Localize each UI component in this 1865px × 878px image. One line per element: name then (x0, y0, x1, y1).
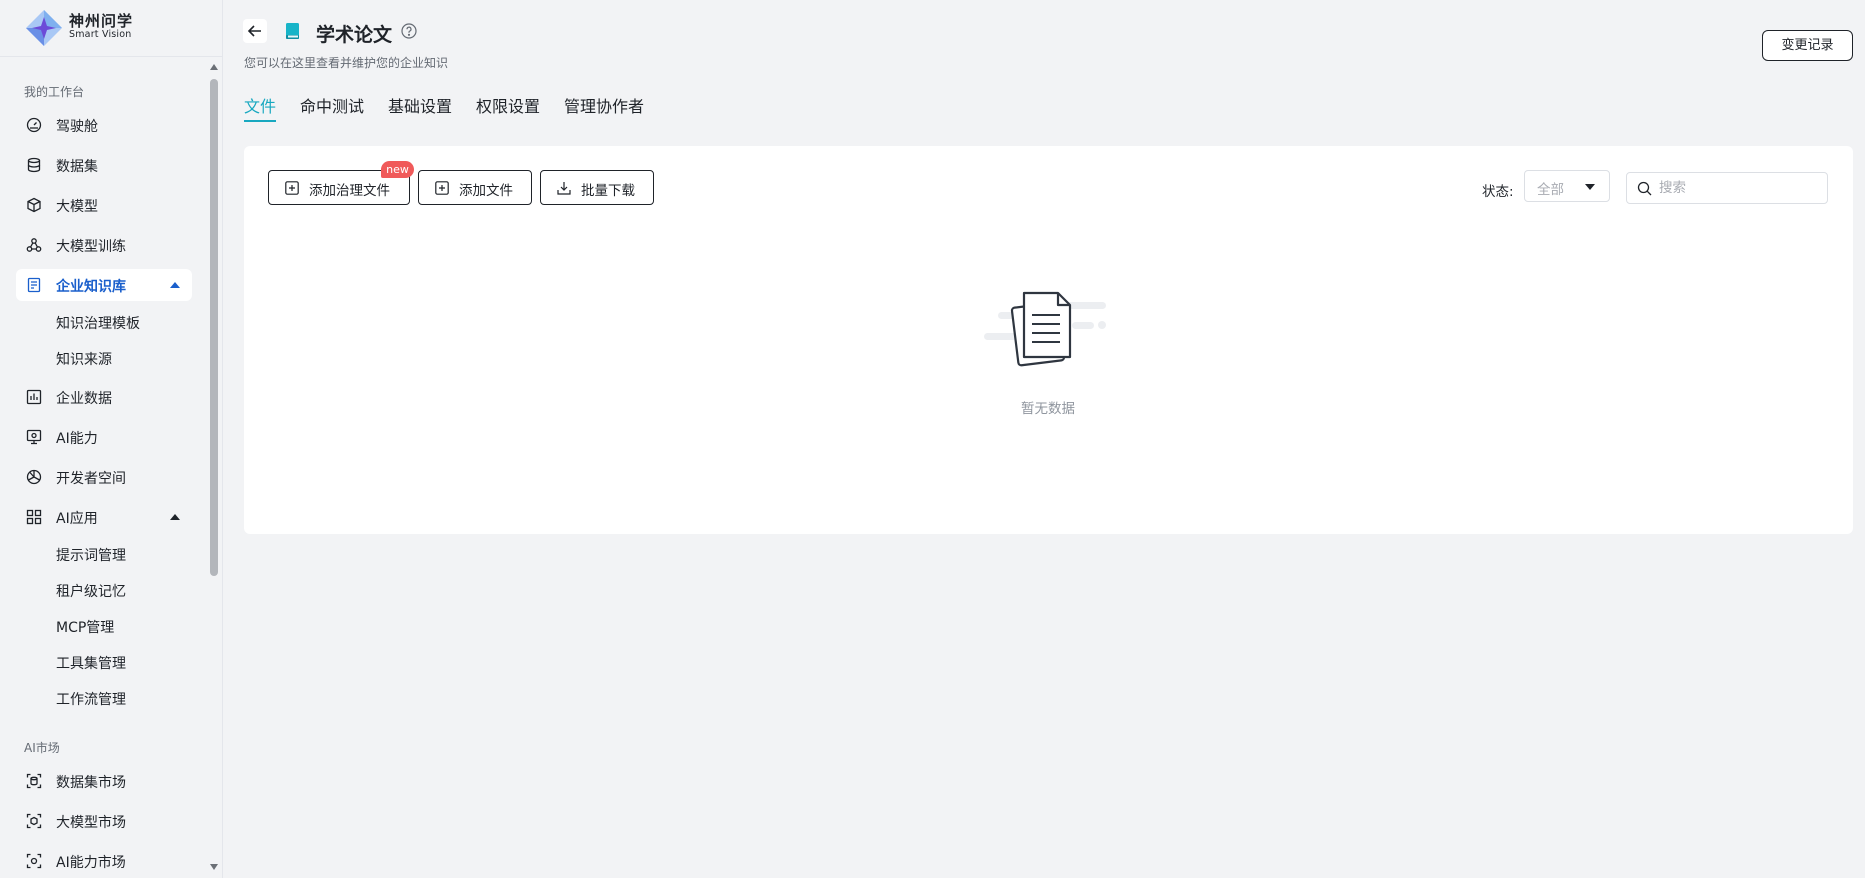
page-title: 学术论文 (316, 24, 393, 46)
sidebar-item-dataset-market[interactable]: 数据集市场 (16, 765, 192, 797)
button-label: 添加治理文件 (309, 183, 390, 199)
dashboard-icon (26, 117, 42, 133)
sidebar: 神州问学 Smart Vision 我的工作台 驾驶舱 数据集 大模型 大模型训… (0, 0, 223, 878)
ai-market-icon (26, 853, 42, 869)
sidebar-subitem-mcp[interactable]: MCP管理 (16, 611, 192, 641)
sidebar-item-label: 知识来源 (56, 352, 112, 368)
sidebar-subitem-workflow[interactable]: 工作流管理 (16, 683, 192, 713)
change-log-button[interactable]: 变更记录 (1762, 30, 1853, 61)
logo-bar: 神州问学 Smart Vision (0, 0, 222, 57)
help-icon[interactable] (401, 23, 417, 39)
app-grid-icon (26, 509, 42, 525)
back-button[interactable] (243, 19, 267, 43)
add-square-icon (285, 181, 299, 195)
add-file-button[interactable]: 添加文件 (418, 170, 532, 205)
file-panel: 添加治理文件 添加文件 批量下载 (244, 146, 1853, 534)
button-label: 批量下载 (581, 183, 635, 199)
cube-icon (27, 197, 41, 213)
dataset-market-icon (26, 773, 42, 789)
logo-text: 神州问学 Smart Vision (69, 13, 133, 41)
new-badge: new (381, 161, 414, 178)
status-filter-select[interactable]: 全部 (1524, 170, 1610, 202)
sidebar-subitem-prompt[interactable]: 提示词管理 (16, 539, 192, 569)
tab-files[interactable]: 文件 (244, 93, 276, 117)
sidebar-item-label: 工具集管理 (56, 656, 126, 672)
sidebar-item-ai-market[interactable]: AI能力市场 (16, 845, 192, 877)
logo-icon (26, 10, 62, 46)
sidebar-subitem-toolset[interactable]: 工具集管理 (16, 647, 192, 677)
sidebar-nav: 我的工作台 驾驶舱 数据集 大模型 大模型训练 企业知识库 知识治理模板 知识来… (0, 58, 206, 878)
tab-hit-test[interactable]: 命中测试 (300, 93, 364, 117)
sidebar-item-label: 工作流管理 (56, 692, 126, 708)
sidebar-item-ai-capability[interactable]: AI能力 (16, 421, 192, 453)
sidebar-item-dataset[interactable]: 数据集 (16, 149, 192, 181)
group-title-market: AI市场 (24, 741, 60, 755)
chevron-up-icon (170, 282, 180, 288)
sidebar-item-enterprise-data[interactable]: 企业数据 (16, 381, 192, 413)
tab-permission-settings[interactable]: 权限设置 (476, 93, 540, 117)
sidebar-item-label: 企业数据 (56, 391, 112, 407)
sidebar-item-label: 企业知识库 (56, 279, 126, 295)
sidebar-item-knowledge-base[interactable]: 企业知识库 (16, 269, 192, 301)
sidebar-item-llm[interactable]: 大模型 (16, 189, 192, 221)
brand-name: 神州问学 (69, 12, 134, 30)
scroll-down-arrow-icon[interactable] (210, 864, 218, 870)
brand-subtitle: Smart Vision (69, 29, 132, 40)
chevron-up-icon (170, 514, 180, 520)
bar-chart-icon (26, 389, 42, 405)
page-subtitle: 您可以在这里查看并维护您的企业知识 (244, 56, 449, 70)
sidebar-item-label: 数据集 (56, 159, 98, 175)
download-icon (557, 182, 571, 195)
tab-collaborators[interactable]: 管理协作者 (564, 93, 644, 117)
button-label: 添加文件 (459, 183, 513, 199)
active-tab-indicator (244, 120, 276, 122)
scroll-up-arrow-icon[interactable] (210, 64, 218, 70)
sidebar-item-label: 驾驶舱 (56, 119, 98, 135)
caret-down-icon (1585, 184, 1595, 190)
ai-monitor-icon (26, 429, 42, 445)
sidebar-item-label: 大模型市场 (56, 815, 126, 831)
scrollbar-thumb[interactable] (210, 79, 218, 576)
sidebar-item-label: MCP管理 (56, 620, 115, 636)
sidebar-item-developer-space[interactable]: 开发者空间 (16, 461, 192, 493)
sidebar-subitem-governance-template[interactable]: 知识治理模板 (16, 307, 192, 337)
sidebar-subitem-tenant-memory[interactable]: 租户级记忆 (16, 575, 192, 605)
sidebar-item-cockpit[interactable]: 驾驶舱 (16, 109, 192, 141)
add-square-icon (435, 181, 449, 195)
training-icon (26, 238, 42, 252)
sidebar-item-label: 大模型训练 (56, 239, 126, 255)
sidebar-item-label: AI能力 (56, 431, 98, 447)
database-icon (27, 157, 41, 173)
app-root: 神州问学 Smart Vision 我的工作台 驾驶舱 数据集 大模型 大模型训… (0, 0, 1865, 878)
developer-icon (26, 469, 42, 485)
sidebar-item-label: 租户级记忆 (56, 584, 126, 600)
sidebar-item-label: 数据集市场 (56, 775, 126, 791)
sidebar-item-label: 开发者空间 (56, 471, 126, 487)
status-filter-value: 全部 (1537, 182, 1564, 198)
model-market-icon (26, 813, 42, 829)
sidebar-item-label: 提示词管理 (56, 548, 126, 564)
arrow-left-icon (247, 25, 261, 37)
empty-state-text: 暂无数据 (1021, 401, 1075, 417)
group-title-workbench: 我的工作台 (24, 85, 85, 99)
search-box[interactable] (1626, 172, 1828, 204)
empty-document-icon (984, 291, 1106, 367)
sidebar-subitem-knowledge-source[interactable]: 知识来源 (16, 343, 192, 373)
sidebar-item-label: AI能力市场 (56, 855, 126, 871)
tab-basic-settings[interactable]: 基础设置 (388, 93, 452, 117)
book-icon (286, 23, 299, 39)
search-input[interactable] (1659, 178, 1819, 198)
status-filter-label: 状态: (1482, 184, 1514, 200)
knowledge-base-icon (27, 277, 41, 293)
batch-download-button[interactable]: 批量下载 (540, 170, 654, 205)
search-icon (1637, 181, 1652, 196)
sidebar-item-model-market[interactable]: 大模型市场 (16, 805, 192, 837)
sidebar-item-ai-app[interactable]: AI应用 (16, 501, 192, 533)
sidebar-item-label: 大模型 (56, 199, 98, 215)
sidebar-item-label: AI应用 (56, 511, 98, 527)
sidebar-item-llm-training[interactable]: 大模型训练 (16, 229, 192, 261)
sidebar-scrollbar[interactable] (206, 58, 222, 878)
sidebar-item-label: 知识治理模板 (56, 316, 140, 332)
